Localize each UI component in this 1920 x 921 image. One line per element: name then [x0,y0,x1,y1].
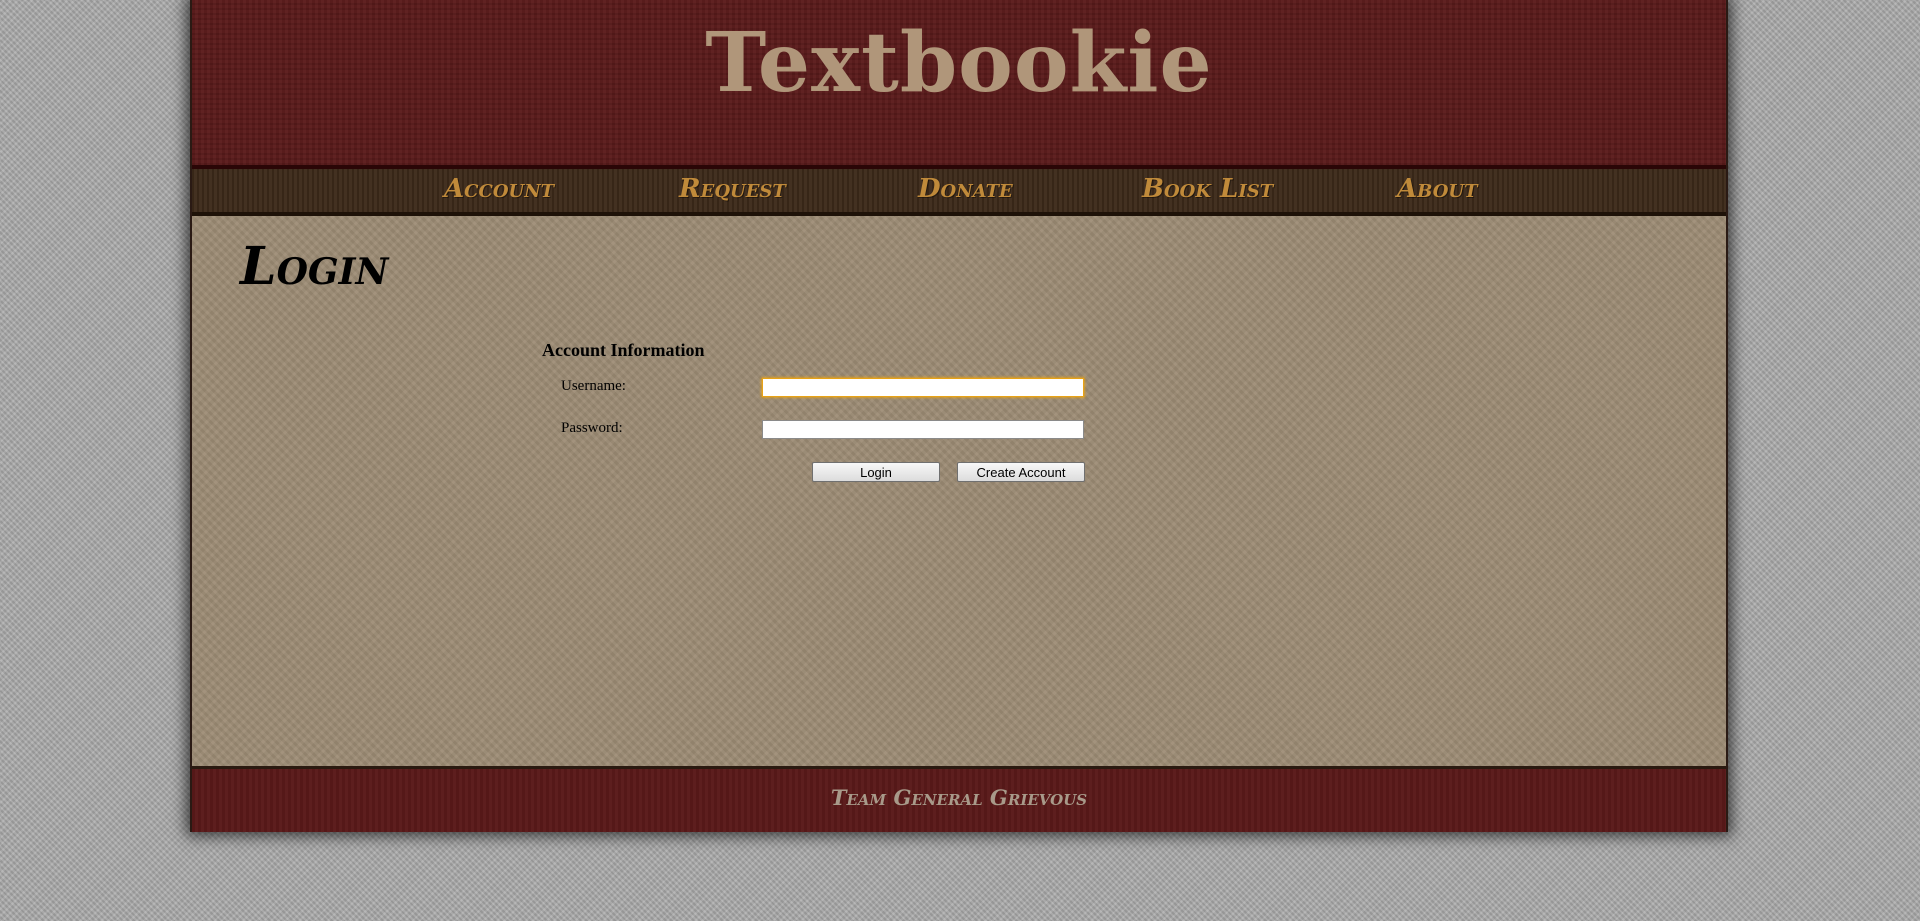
page-title: Login [240,236,389,297]
username-label: Username: [561,378,626,394]
site-header: Textbookie [192,0,1726,169]
site-footer: Team General Grievous [192,769,1726,832]
nav-item-account[interactable]: Account [444,176,554,202]
site-title: Textbookie [705,15,1213,111]
username-input[interactable] [762,378,1084,397]
nav-item-request[interactable]: Request [679,176,786,202]
nav-item-donate[interactable]: Donate [918,176,1013,202]
nav-item-book-list[interactable]: Book List [1142,176,1273,202]
password-input[interactable] [762,420,1084,439]
create-account-button[interactable]: Create Account [957,462,1085,482]
main-content: Login Account Information Username: Pass… [192,216,1726,769]
main-nav: Account Request Donate Book List About [192,169,1726,216]
page-wrapper: Textbookie Account Request Donate Book L… [190,0,1728,832]
password-label: Password: [561,420,623,436]
section-title: Account Information [542,340,705,360]
footer-text: Team General Grievous [830,785,1088,810]
nav-item-about[interactable]: About [1397,176,1478,202]
login-button[interactable]: Login [812,462,940,482]
